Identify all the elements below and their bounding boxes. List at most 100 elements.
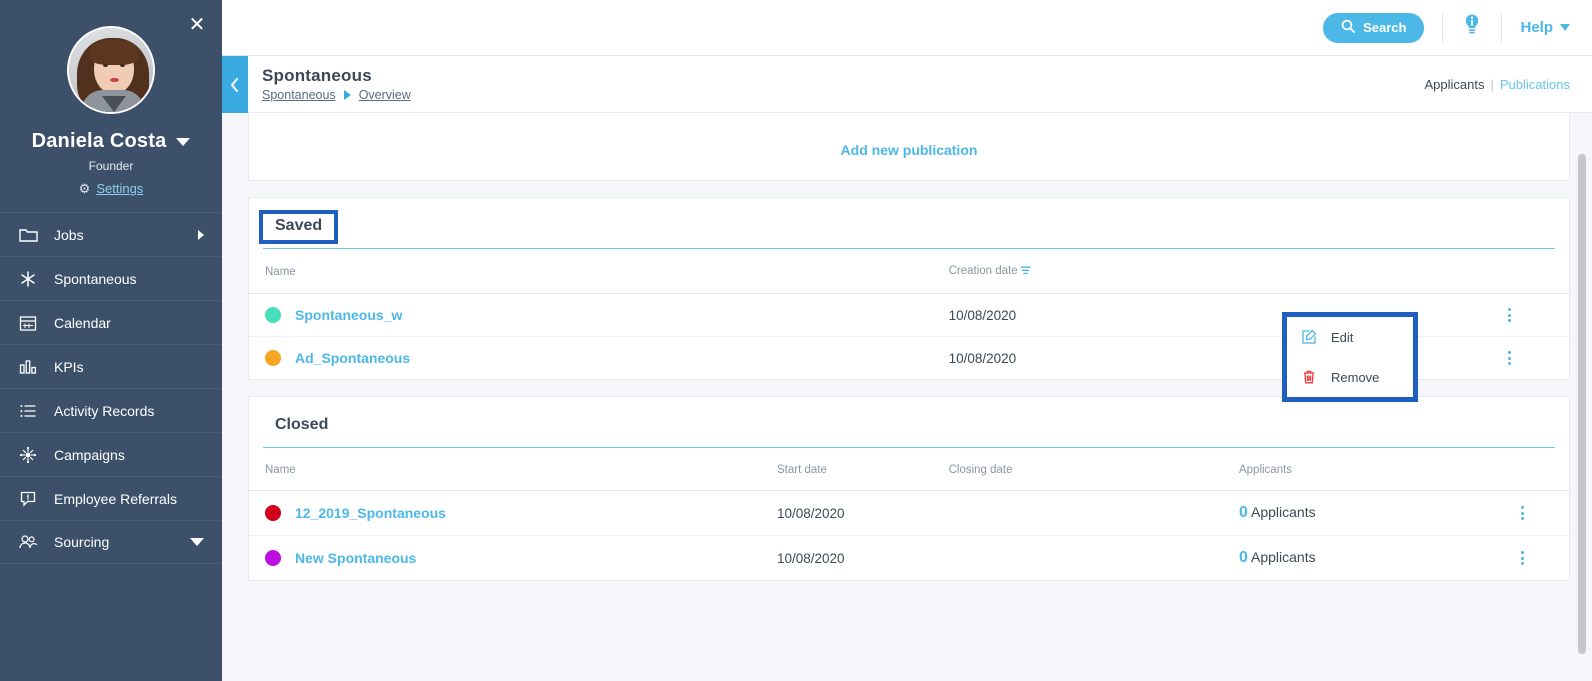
scrollbar-thumb[interactable]: [1578, 154, 1586, 654]
row-menu-cell: [1450, 337, 1569, 380]
row-menu-cell: [1463, 113, 1569, 122]
lightbulb-info-icon[interactable]: [1461, 13, 1483, 42]
user-role: Founder: [88, 159, 134, 173]
kebab-menu-icon[interactable]: [1450, 308, 1569, 322]
kebab-menu-icon[interactable]: [1450, 351, 1569, 365]
table-row[interactable]: New Spontaneous 10/08/2020 0 Applicants: [249, 536, 1569, 581]
tab-publications[interactable]: Publications: [1500, 77, 1570, 92]
column-header-actions: [1476, 448, 1569, 491]
sidebar-item-label: Jobs: [54, 226, 84, 243]
close-icon[interactable]: ✕: [186, 14, 208, 36]
publication-name-link[interactable]: Ad_Spontaneous: [295, 350, 410, 366]
published-card: Career Page_Spontaneous 5 Applicants: [248, 113, 1570, 181]
context-menu-item-remove[interactable]: Remove: [1287, 357, 1413, 397]
sidebar: ✕ Daniela Costa Founder ⚙ Settings Jobs …: [0, 0, 222, 681]
row-name-cell: 12_2019_Spontaneous: [249, 490, 777, 536]
edit-pencil-icon: [1287, 329, 1331, 345]
divider: [1442, 13, 1444, 42]
table-header-row: Name Creation date: [249, 249, 1569, 294]
publication-name-link[interactable]: Spontaneous_w: [295, 307, 402, 323]
applicants-label: Applicants: [1251, 504, 1316, 520]
search-button-label: Search: [1363, 20, 1407, 35]
sidebar-collapse-button[interactable]: [222, 56, 248, 113]
sidebar-item-kpis[interactable]: KPIs: [0, 344, 222, 388]
column-header-name: Name: [249, 448, 777, 491]
row-applicants-cell: 5 Applicants: [988, 113, 1226, 122]
user-name-row[interactable]: Daniela Costa: [0, 130, 222, 153]
sidebar-item-label: Activity Records: [54, 402, 155, 419]
row-name-cell: New Spontaneous: [249, 536, 777, 581]
row-start-date-cell: 10/08/2020: [777, 550, 845, 566]
bar-chart-icon: [18, 357, 38, 377]
sidebar-item-campaigns[interactable]: Campaigns: [0, 432, 222, 476]
triangle-right-icon: [343, 90, 351, 100]
add-new-publication-button[interactable]: Add new publication: [249, 122, 1569, 180]
sidebar-item-activity-records[interactable]: Activity Records: [0, 388, 222, 432]
filter-icon[interactable]: [1019, 265, 1031, 279]
row-menu-cell: [1477, 536, 1569, 581]
closed-section-header: Closed: [249, 397, 1569, 439]
search-button[interactable]: Search: [1323, 12, 1425, 43]
context-menu-item-edit[interactable]: Edit: [1287, 317, 1413, 357]
row-context-menu[interactable]: Edit Remove: [1282, 312, 1418, 402]
context-menu-label: Remove: [1331, 369, 1380, 385]
page-title: Spontaneous: [262, 66, 372, 85]
sidebar-item-jobs[interactable]: Jobs: [0, 212, 222, 256]
settings-link[interactable]: Settings: [96, 181, 143, 196]
chevron-down-icon[interactable]: [176, 137, 191, 146]
publication-name-link[interactable]: 12_2019_Spontaneous: [295, 505, 446, 521]
row-closing-date-cell: [948, 490, 1239, 536]
kebab-menu-icon[interactable]: [1477, 551, 1569, 565]
avatar[interactable]: [67, 26, 155, 114]
list-icon: [18, 401, 38, 421]
tab-applicants[interactable]: Applicants: [1425, 77, 1485, 92]
help-menu[interactable]: Help: [1520, 19, 1570, 36]
column-header-creation-date: Creation date: [948, 249, 1451, 294]
status-dot: [265, 350, 281, 366]
folder-icon: [18, 225, 38, 245]
divider: [1501, 13, 1503, 42]
status-dot: [265, 550, 281, 566]
row-closing-date-cell: [949, 536, 1239, 581]
column-header-applicants: Applicants: [1238, 448, 1477, 491]
table-header-row: Name Start date Closing date Applicants: [249, 448, 1569, 491]
applicants-label: Applicants: [1251, 549, 1316, 565]
row-name-cell: Ad_Spontaneous: [249, 337, 949, 380]
closed-section-title: Closed: [275, 416, 329, 433]
column-header-closing-date: Closing date: [948, 448, 1239, 491]
scroll-container: Career Page_Spontaneous 5 Applicants: [222, 113, 1592, 681]
page-header-tabs: Applicants | Publications: [1425, 77, 1570, 92]
breadcrumb-root[interactable]: Spontaneous: [262, 88, 336, 102]
publication-name-link[interactable]: New Spontaneous: [295, 550, 416, 566]
status-dot: [265, 307, 281, 323]
saved-section-header: Saved: [249, 198, 1569, 244]
calendar-icon: [18, 313, 38, 333]
closed-card: Closed Name Start date Closing date Appl…: [248, 396, 1570, 581]
context-menu-label: Edit: [1331, 329, 1354, 345]
sidebar-item-sourcing[interactable]: Sourcing: [0, 520, 222, 564]
sidebar-item-label: Calendar: [54, 314, 111, 331]
page-header: Spontaneous Spontaneous Overview Applica…: [222, 56, 1592, 113]
applicants-count: 0: [1238, 504, 1248, 521]
applicants-count: 0: [1238, 549, 1248, 566]
column-header-start-date: Start date: [777, 448, 949, 491]
sidebar-item-employee-referrals[interactable]: Employee Referrals: [0, 476, 222, 520]
settings-row[interactable]: ⚙ Settings: [0, 181, 222, 196]
published-table: Career Page_Spontaneous 5 Applicants: [249, 113, 1569, 122]
row-share-cell: Share: [1226, 113, 1464, 122]
vertical-scrollbar[interactable]: [1578, 154, 1586, 681]
sidebar-item-label: Campaigns: [54, 446, 125, 463]
sidebar-item-label: KPIs: [54, 358, 84, 375]
trash-bin-icon: [1287, 369, 1331, 385]
table-row[interactable]: Career Page_Spontaneous 5 Applicants: [249, 113, 1569, 122]
sidebar-item-spontaneous[interactable]: Spontaneous: [0, 256, 222, 300]
closed-table: Name Start date Closing date Applicants: [249, 448, 1569, 580]
row-start-date-cell: 10/08/2020: [777, 490, 949, 536]
table-row[interactable]: 12_2019_Spontaneous 10/08/2020 0 Applica…: [249, 490, 1569, 536]
chevron-down-icon: [1560, 24, 1570, 31]
top-bar: Search Help: [222, 0, 1592, 56]
tab-separator: |: [1490, 76, 1494, 92]
breadcrumb-current[interactable]: Overview: [359, 88, 411, 102]
sidebar-item-calendar[interactable]: Calendar: [0, 300, 222, 344]
kebab-menu-icon[interactable]: [1477, 506, 1569, 520]
